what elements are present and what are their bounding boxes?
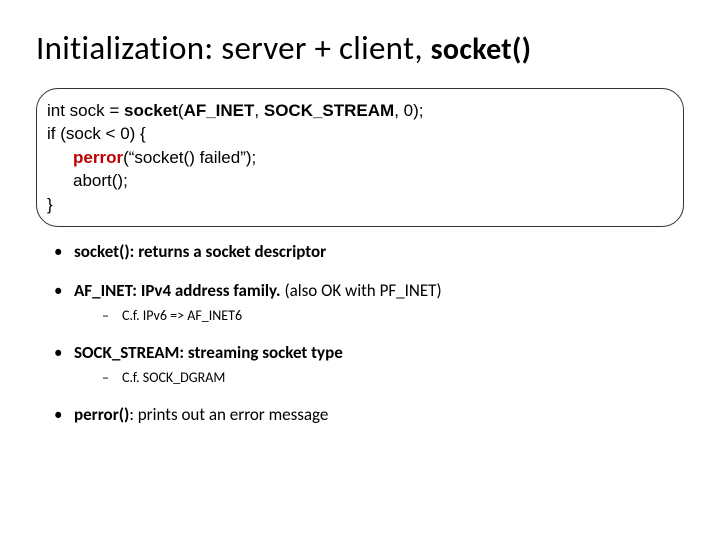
title-fn: socket() — [431, 31, 532, 68]
title-text: Initialization: server + client, — [36, 28, 431, 68]
sub-list: C.f. SOCK_DGRAM — [74, 369, 684, 388]
sub-item: C.f. SOCK_DGRAM — [102, 369, 684, 388]
slide-title: Initialization: server + client, socket(… — [36, 28, 684, 68]
code-line-1: int sock = socket(AF_INET, SOCK_STREAM, … — [47, 99, 667, 122]
bullet-head: AF_INET: IPv4 address family. — [74, 280, 284, 301]
bullet-sockstream: SOCK_STREAM: streaming socket type C.f. … — [54, 342, 684, 388]
bullet-body: : prints out an error message — [129, 404, 328, 425]
bullet-afinet: AF_INET: IPv4 address family. (also OK w… — [54, 280, 684, 326]
code-text: , 0); — [394, 101, 423, 120]
code-line-5: } — [47, 193, 667, 216]
code-fn-socket: socket — [124, 101, 178, 120]
bullet-perror: perror(): prints out an error message — [54, 404, 684, 427]
bullet-list: socket(): returns a socket descriptor AF… — [36, 241, 684, 427]
bullet-head: SOCK_STREAM: streaming socket type — [74, 342, 343, 363]
code-const-sockstream: SOCK_STREAM — [264, 101, 394, 120]
code-text: , — [254, 101, 263, 120]
code-line-4: abort(); — [47, 169, 667, 192]
bullet-body: (also OK with PF_INET) — [284, 280, 441, 301]
bullet-head: socket(): — [74, 241, 138, 262]
code-block: int sock = socket(AF_INET, SOCK_STREAM, … — [36, 88, 684, 227]
code-line-3: perror(“socket() failed”); — [47, 146, 667, 169]
code-text: (“socket() failed”); — [123, 148, 256, 167]
code-text: int sock = — [47, 101, 124, 120]
bullet-body: returns a socket descriptor — [138, 241, 326, 262]
sub-list: C.f. IPv6 => AF_INET6 — [74, 307, 684, 326]
code-const-afinet: AF_INET — [184, 101, 255, 120]
bullet-head: perror() — [74, 404, 129, 425]
bullet-socket: socket(): returns a socket descriptor — [54, 241, 684, 264]
code-line-2: if (sock < 0) { — [47, 122, 667, 145]
sub-item: C.f. IPv6 => AF_INET6 — [102, 307, 684, 326]
code-fn-perror: perror — [73, 148, 123, 167]
